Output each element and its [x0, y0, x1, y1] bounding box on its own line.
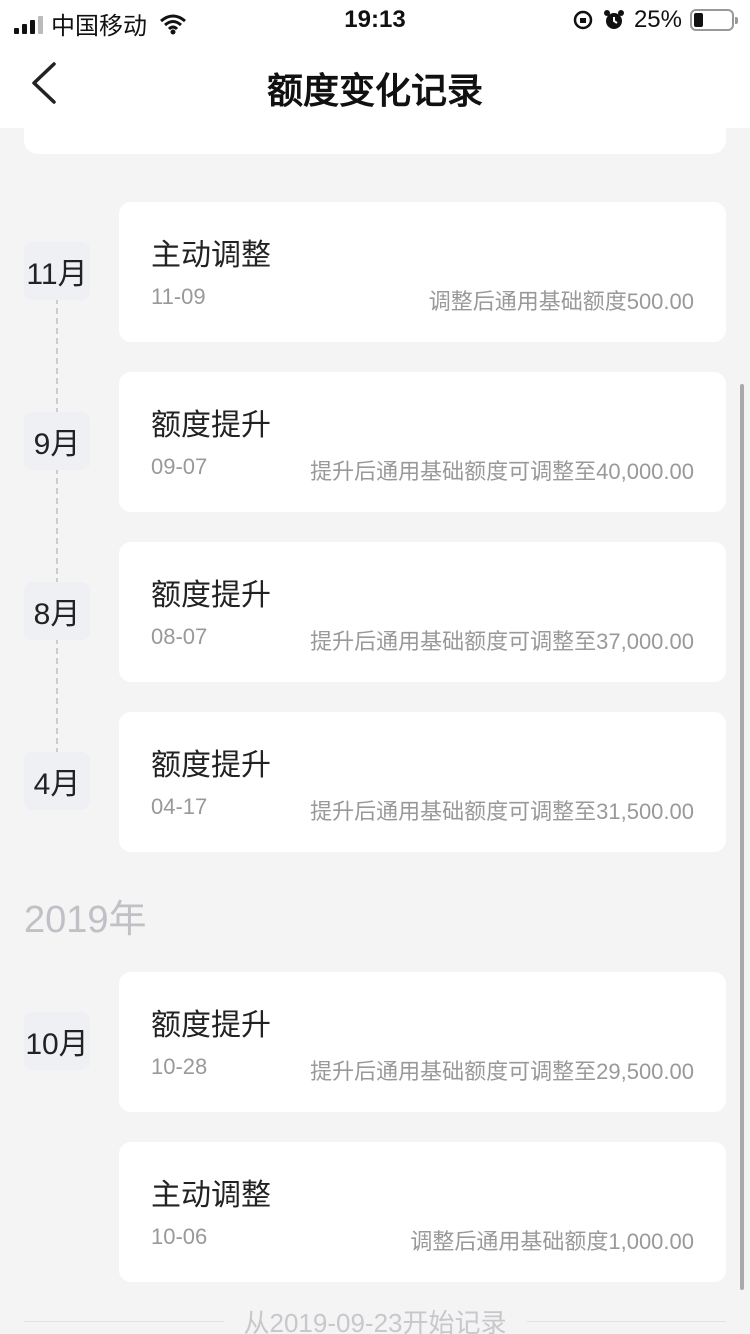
- record-card[interactable]: 额度提升 10-28 提升后通用基础额度可调整至29,500.00: [119, 972, 726, 1112]
- summary-card: [24, 128, 726, 154]
- month-label: 4月: [24, 752, 90, 810]
- page-title: 额度变化记录: [266, 70, 483, 111]
- record-list[interactable]: 11月 主动调整 11-09 调整后通用基础额度500.00 9月 额度提升 0…: [0, 128, 750, 1334]
- scrollbar[interactable]: [740, 384, 744, 1290]
- record-date: 11-09: [151, 284, 206, 309]
- timeline-line: [56, 278, 58, 754]
- status-right-group: 25%: [572, 6, 738, 34]
- record-type: 额度提升: [151, 409, 271, 442]
- record-desc: 调整后通用基础额度500.00: [428, 289, 694, 314]
- footer-note: 从2019-09-23开始记录: [24, 1306, 726, 1334]
- month-label: 11月: [24, 242, 90, 300]
- nav-bar: 额度变化记录: [0, 40, 750, 128]
- record-date: 10-28: [151, 1054, 208, 1079]
- record-type: 额度提升: [151, 1009, 271, 1042]
- record-type: 主动调整: [151, 1179, 271, 1212]
- record-desc: 提升后通用基础额度可调整至37,000.00: [310, 629, 694, 654]
- battery-icon: [690, 9, 738, 31]
- month-label: 9月: [24, 412, 90, 470]
- record-card[interactable]: 额度提升 04-17 提升后通用基础额度可调整至31,500.00: [119, 712, 726, 852]
- record-date: 04-17: [151, 794, 208, 819]
- record-desc: 提升后通用基础额度可调整至31,500.00: [310, 799, 694, 824]
- alarm-icon: [603, 10, 624, 29]
- record-card[interactable]: 额度提升 09-07 提升后通用基础额度可调整至40,000.00: [119, 372, 726, 512]
- divider: [526, 1320, 726, 1322]
- battery-percent: 25%: [633, 6, 682, 33]
- record-date: 08-07: [151, 624, 208, 649]
- record-desc: 调整后通用基础额度1,000.00: [410, 1229, 694, 1254]
- status-bar: 中国移动 19:13 25%: [0, 0, 750, 40]
- month-label: 8月: [24, 582, 90, 640]
- battery-fill: [694, 13, 703, 27]
- year-header: 2019年: [24, 899, 147, 941]
- record-date: 09-07: [151, 454, 208, 479]
- record-card[interactable]: 主动调整 10-06 调整后通用基础额度1,000.00: [119, 1142, 726, 1282]
- divider: [24, 1320, 224, 1322]
- record-type: 额度提升: [151, 749, 271, 782]
- record-card[interactable]: 主动调整 11-09 调整后通用基础额度500.00: [119, 202, 726, 342]
- record-type: 额度提升: [151, 579, 271, 612]
- record-desc: 提升后通用基础额度可调整至29,500.00: [310, 1059, 694, 1084]
- record-type: 主动调整: [151, 239, 271, 272]
- month-label: 10月: [24, 1012, 90, 1070]
- record-date: 10-06: [151, 1224, 208, 1249]
- record-desc: 提升后通用基础额度可调整至40,000.00: [310, 459, 694, 484]
- rotation-lock-icon: [573, 10, 593, 30]
- record-card[interactable]: 额度提升 08-07 提升后通用基础额度可调整至37,000.00: [119, 542, 726, 682]
- footer-text: 从2019-09-23开始记录: [243, 1307, 507, 1334]
